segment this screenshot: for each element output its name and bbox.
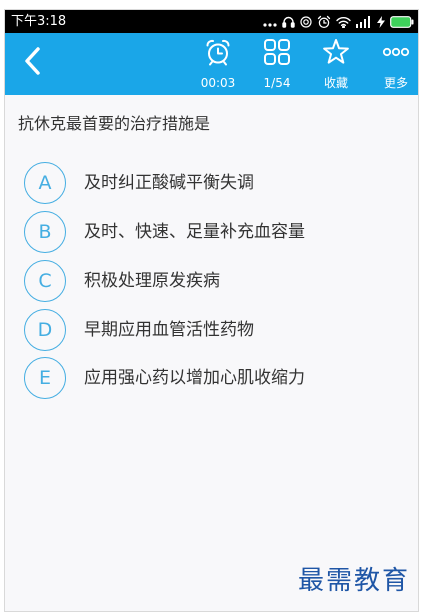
option-a[interactable]: A 及时纠正酸碱平衡失调 [5,159,418,208]
star-icon [322,38,350,66]
question-index-label: 1/54 [263,76,291,90]
watermark: 最需教育 [298,566,411,596]
back-button[interactable] [17,45,47,81]
option-text: 及时、快速、足量补充血容量 [84,222,305,243]
chevron-left-icon [22,46,42,80]
option-d[interactable]: D 早期应用血管活性药物 [5,305,418,354]
grid-icon [263,38,291,66]
option-b[interactable]: B 及时、快速、足量补充血容量 [5,208,418,257]
favorite-label: 收藏 [323,76,348,90]
status-icons [263,10,414,33]
wifi-icon [336,16,351,28]
option-c[interactable]: C 积极处理原发疾病 [5,257,418,306]
option-text: 早期应用血管活性药物 [84,319,254,340]
question-text: 抗休克最首要的治疗措施是 [18,114,211,133]
option-text: 积极处理原发疾病 [84,270,220,291]
option-letter-circle[interactable]: A [24,162,66,205]
toolbar: 00:03 1/54 收藏 更多 [5,33,418,95]
favorite-button[interactable]: 收藏 [314,33,358,95]
option-text: 及时纠正酸碱平衡失调 [84,173,254,194]
question-index-button[interactable]: 1/54 [255,33,299,95]
option-letter-circle[interactable]: D [24,308,66,351]
app-screen: 下午3:18 00:03 1/54 收藏 更多 抗休克最首要的治疗措施是 A 及… [4,9,419,612]
status-bar: 下午3:18 [5,10,418,33]
status-time: 下午3:18 [11,14,67,29]
option-text: 应用强心药以增加心肌收缩力 [84,368,305,389]
signal-icon [356,15,372,28]
headphones-icon [282,15,295,28]
more-circles-icon [382,38,410,66]
charging-icon [377,15,385,28]
battery-icon [390,15,414,28]
alarm-clock-icon [204,38,232,66]
option-e[interactable]: E 应用强心药以增加心肌收缩力 [5,354,418,403]
alarm-icon [317,15,331,29]
circle-status-icon [300,15,312,28]
option-letter-circle[interactable]: E [24,357,66,400]
option-letter-circle[interactable]: C [24,259,66,302]
more-button[interactable]: 更多 [374,33,418,95]
option-letter-circle[interactable]: B [24,211,66,254]
more-dots-icon [263,16,277,28]
options-list: A 及时纠正酸碱平衡失调 B 及时、快速、足量补充血容量 C 积极处理原发疾病 … [5,159,418,403]
more-label: 更多 [383,76,408,90]
timer-label: 00:03 [200,76,236,90]
timer-button[interactable]: 00:03 [196,33,240,95]
